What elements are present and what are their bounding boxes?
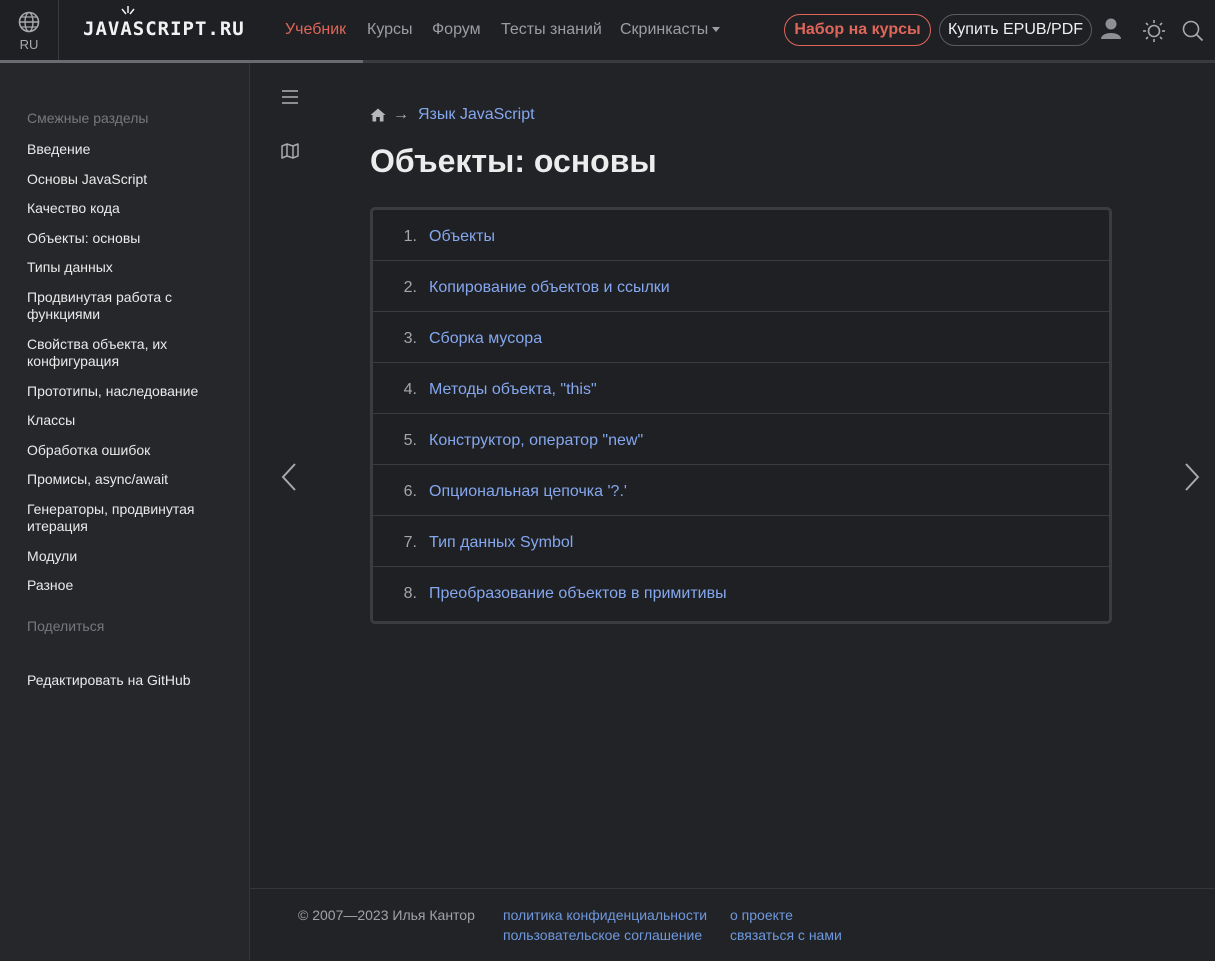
breadcrumb-arrow: → — [393, 106, 409, 123]
site-logo[interactable]: JAVASCRIPT.RU — [83, 6, 245, 40]
logo-text: JAVASCRIPT.RU — [83, 18, 245, 40]
sidebar-item[interactable]: Прототипы, наследование — [27, 383, 227, 400]
logo-spark-icon — [121, 6, 135, 15]
nav-tests[interactable]: Тесты знаний — [501, 21, 602, 39]
chapter-number: 8. — [403, 585, 417, 602]
chapter-list: 1. Объекты 2. Копирование объектов и ссы… — [370, 207, 1112, 624]
chapter-link[interactable]: Преобразование объектов в примитивы — [429, 585, 727, 603]
chapter-link[interactable]: Опциональная цепочка '?.' — [429, 483, 627, 501]
nav-forum[interactable]: Форум — [432, 21, 481, 39]
chapter-item: 7. Тип данных Symbol — [373, 516, 1109, 567]
sidebar-item[interactable]: Классы — [27, 412, 227, 429]
chapter-item: 8. Преобразование объектов в примитивы — [373, 567, 1109, 617]
breadcrumb-link[interactable]: Язык JavaScript — [418, 106, 535, 124]
edit-on-github-link[interactable]: Редактировать на GitHub — [27, 672, 227, 689]
globe-icon — [18, 11, 40, 33]
menu-icon[interactable] — [281, 89, 299, 105]
nav-tutorial[interactable]: Учебник — [285, 21, 346, 39]
courses-signup-button[interactable]: Набор на курсы — [784, 14, 931, 46]
sidebar-item[interactable]: Объекты: основы — [27, 230, 227, 247]
sidebar-item[interactable]: Обработка ошибок — [27, 442, 227, 459]
chapter-number: 7. — [403, 534, 417, 551]
chapter-number: 6. — [403, 483, 417, 500]
chapter-link[interactable]: Методы объекта, "this" — [429, 381, 597, 399]
copyright: © 2007—2023 Илья Кантор — [298, 907, 475, 923]
chapter-link[interactable]: Объекты — [429, 228, 495, 246]
chapter-item: 3. Сборка мусора — [373, 312, 1109, 363]
chevron-right-icon[interactable] — [1184, 462, 1200, 492]
home-icon[interactable] — [370, 108, 386, 122]
chapter-item: 5. Конструктор, оператор "new" — [373, 414, 1109, 465]
theme-sun-icon[interactable] — [1142, 19, 1166, 43]
related-heading: Смежные разделы — [27, 110, 149, 126]
sidebar-item[interactable]: Модули — [27, 548, 227, 565]
footer: © 2007—2023 Илья Кантор политика конфиде… — [249, 888, 1215, 961]
contact-link[interactable]: связаться с нами — [730, 927, 842, 943]
chapter-number: 5. — [403, 432, 417, 449]
chapter-link[interactable]: Тип данных Symbol — [429, 534, 573, 552]
user-icon[interactable] — [1099, 17, 1123, 41]
sidebar-item[interactable]: Качество кода — [27, 200, 227, 217]
sidebar-item[interactable]: Продвинутая работа с функциями — [27, 289, 227, 323]
chapter-link[interactable]: Копирование объектов и ссылки — [429, 279, 670, 297]
sidebar-item[interactable]: Промисы, async/await — [27, 471, 227, 488]
nav-screencasts-label: Скринкасты — [620, 21, 709, 38]
sidebar-item[interactable]: Основы JavaScript — [27, 171, 227, 188]
chapter-link[interactable]: Конструктор, оператор "new" — [429, 432, 643, 450]
map-icon[interactable] — [281, 143, 299, 159]
page-title: Объекты: основы — [370, 143, 657, 179]
chapter-item: 2. Копирование объектов и ссылки — [373, 261, 1109, 312]
terms-link[interactable]: пользовательское соглашение — [503, 927, 702, 943]
language-switcher[interactable]: RU — [0, 0, 59, 60]
top-navbar: RU JAVASCRIPT.RU Учебник Курсы Форум Тес… — [0, 0, 1215, 63]
chapter-item: 6. Опциональная цепочка '?.' — [373, 465, 1109, 516]
search-icon[interactable] — [1182, 20, 1204, 42]
buy-epub-button[interactable]: Купить EPUB/PDF — [939, 14, 1092, 46]
chapter-item: 1. Объекты — [373, 210, 1109, 261]
nav-courses[interactable]: Курсы — [367, 21, 413, 39]
chapter-number: 1. — [403, 228, 417, 245]
language-label: RU — [19, 37, 39, 52]
sidebar-item[interactable]: Разное — [27, 577, 227, 594]
chevron-down-icon — [712, 27, 721, 33]
chapter-number: 4. — [403, 381, 417, 398]
sidebar-item[interactable]: Типы данных — [27, 259, 227, 276]
sidebar-item[interactable]: Свойства объекта, их конфигурация — [27, 336, 227, 370]
chapter-link[interactable]: Сборка мусора — [429, 330, 542, 348]
chapter-number: 2. — [403, 279, 417, 296]
chapter-item: 4. Методы объекта, "this" — [373, 363, 1109, 414]
share-heading: Поделиться — [27, 618, 105, 634]
chevron-left-icon[interactable] — [281, 462, 297, 492]
privacy-link[interactable]: политика конфиденциальности — [503, 907, 707, 923]
sidebar: Смежные разделы Введение Основы JavaScri… — [0, 63, 250, 960]
chapter-number: 3. — [403, 330, 417, 347]
sidebar-item[interactable]: Введение — [27, 141, 227, 158]
sidebar-item[interactable]: Генераторы, продвинутая итерация — [27, 501, 227, 535]
about-link[interactable]: о проекте — [730, 907, 793, 923]
nav-screencasts[interactable]: Скринкасты — [620, 21, 721, 39]
